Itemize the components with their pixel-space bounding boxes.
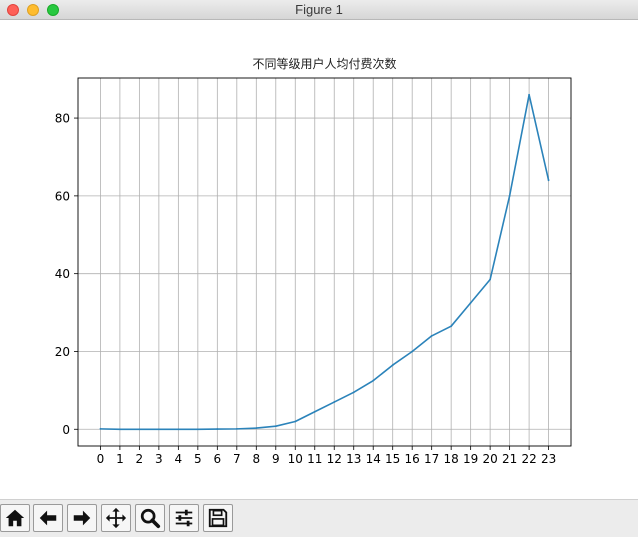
- series-line: [100, 93, 550, 431]
- data-point: [157, 428, 160, 431]
- x-tick-label: 10: [288, 452, 303, 466]
- data-point: [274, 425, 277, 428]
- y-tick-label: 80: [55, 112, 70, 126]
- data-point: [196, 428, 199, 431]
- data-point: [547, 179, 550, 182]
- x-tick-label: 23: [541, 452, 556, 466]
- x-tick-label: 0: [97, 452, 105, 466]
- y-tick-label: 0: [62, 423, 70, 437]
- grid-lines: [78, 78, 571, 446]
- x-tick-label: 8: [252, 452, 260, 466]
- data-point: [391, 364, 394, 366]
- x-tick-label: 15: [385, 452, 400, 466]
- plot-frame: [77, 77, 572, 447]
- x-tick-label: 1: [116, 452, 124, 466]
- x-tick-label: 2: [136, 452, 144, 466]
- pan-button[interactable]: [101, 504, 131, 532]
- data-point: [313, 410, 316, 413]
- zoom-magnifier-icon: [140, 508, 161, 529]
- data-point: [235, 427, 238, 430]
- x-tick-label: 7: [233, 452, 241, 466]
- data-point: [450, 325, 453, 328]
- x-tick-label: 6: [214, 452, 222, 466]
- data-point: [118, 428, 121, 431]
- pan-move-icon: [105, 507, 127, 529]
- x-tick-label: 9: [272, 452, 280, 466]
- data-point: [489, 278, 492, 281]
- y-tick-label: 20: [55, 345, 70, 359]
- back-button[interactable]: [33, 504, 63, 532]
- data-point: [469, 301, 472, 304]
- data-point: [294, 420, 297, 423]
- x-tick-label: 14: [366, 452, 381, 466]
- x-tick-label: 13: [346, 452, 361, 466]
- window-titlebar: Figure 1: [0, 0, 638, 20]
- data-point: [528, 93, 531, 96]
- navigation-toolbar: [0, 499, 638, 537]
- x-tick-label: 20: [482, 452, 497, 466]
- configure-subplots-button[interactable]: [169, 504, 199, 532]
- home-button[interactable]: [0, 504, 30, 532]
- data-point: [352, 391, 355, 394]
- zoom-button[interactable]: [135, 504, 165, 532]
- x-tick-label: 18: [444, 452, 459, 466]
- y-tick-label: 40: [55, 267, 70, 281]
- x-tick-label: 17: [424, 452, 439, 466]
- x-tick-label: 3: [155, 452, 163, 466]
- forward-button[interactable]: [67, 504, 97, 532]
- window-title: Figure 1: [295, 2, 343, 17]
- data-point: [411, 350, 414, 353]
- data-point: [508, 194, 511, 197]
- configure-subplots-icon: [175, 509, 193, 527]
- data-point: [333, 401, 336, 403]
- save-floppy-icon: [208, 508, 228, 528]
- x-tick-label: 11: [307, 452, 322, 466]
- home-icon: [5, 509, 25, 527]
- axes: 0 1 2 3 4 5 6 7 8 9 10 11 12 13 14 15 16 17 18 19 20 21 22 2302…: [55, 77, 572, 466]
- x-tick-label: 19: [463, 452, 478, 466]
- data-point: [255, 427, 258, 430]
- data-point: [138, 428, 141, 431]
- y-tick-label: 60: [55, 189, 70, 203]
- x-tick-label: 16: [405, 452, 420, 466]
- x-tick-label: 21: [502, 452, 517, 466]
- data-point: [177, 428, 180, 431]
- chart-title: 不同等级用户人均付费次数: [252, 56, 396, 71]
- x-tick-label: 4: [175, 452, 183, 466]
- data-point: [372, 379, 375, 382]
- data-point: [430, 335, 433, 337]
- series-layer: [99, 93, 550, 431]
- chart-canvas: 不同等级用户人均付费次数 0 1 2 3 4 5 6 7 8 9 10 11 12 13 14 15 16 17 1…: [55, 56, 572, 466]
- x-tick-label: 22: [521, 452, 536, 466]
- data-point: [216, 428, 219, 430]
- x-tick-label: 5: [194, 452, 202, 466]
- save-button[interactable]: [203, 504, 233, 532]
- back-arrow-icon: [39, 510, 57, 526]
- data-point: [99, 427, 102, 430]
- forward-arrow-icon: [73, 510, 91, 526]
- x-tick-label: 12: [327, 452, 342, 466]
